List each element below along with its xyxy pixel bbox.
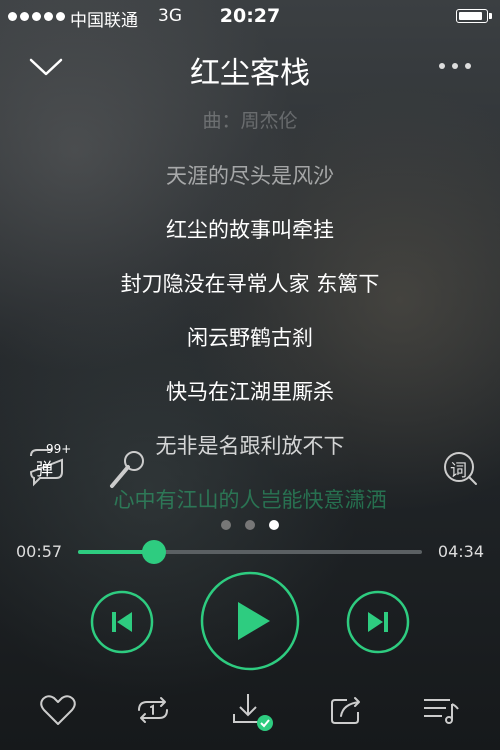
repeat-mode-button[interactable] — [131, 690, 175, 730]
share-button[interactable] — [325, 690, 369, 730]
repeat-one-icon — [138, 697, 168, 723]
bottom-toolbar — [0, 682, 500, 742]
share-icon — [331, 697, 360, 724]
seek-bar[interactable] — [78, 540, 422, 564]
lyric-line: 闲云野鹤古刹 — [187, 326, 313, 350]
more-icon — [439, 63, 471, 69]
lyric-line: 快马在江湖里厮杀 — [166, 380, 334, 404]
current-time: 00:57 — [16, 542, 63, 561]
lyric-settings-button[interactable]: 词 — [440, 448, 480, 488]
lyric-line: 无非是名跟利放不下 — [155, 434, 345, 458]
lyric-line: 封刀隐没在寻常人家 东篱下 — [120, 272, 380, 296]
page-dot[interactable] — [245, 520, 255, 530]
current-lyric-line: 心中有江山的人岂能快意潇洒 — [113, 488, 387, 512]
total-time: 04:34 — [437, 542, 484, 561]
battery-icon — [456, 9, 492, 23]
status-bar: 中国联通 3G 20:27 — [0, 0, 500, 34]
karaoke-button[interactable] — [104, 448, 148, 492]
heart-icon — [40, 695, 76, 725]
play-button[interactable] — [199, 570, 301, 672]
lyrics-panel[interactable]: 曲：周杰伦 天涯的尽头是风沙 红尘的故事叫牵挂 封刀隐没在寻常人家 东篱下 闲云… — [0, 96, 500, 516]
next-icon — [346, 590, 410, 654]
page-dot-active[interactable] — [269, 520, 279, 530]
more-button[interactable] — [436, 56, 474, 76]
playlist-icon — [424, 699, 459, 724]
download-icon — [233, 694, 273, 731]
playback-controls — [0, 570, 500, 680]
danmu-button[interactable]: 99+ 弹 — [26, 442, 72, 490]
next-button[interactable] — [346, 590, 410, 654]
song-title: 红尘客栈 — [190, 56, 310, 91]
lyric-line: 红尘的故事叫牵挂 — [166, 218, 334, 242]
download-button[interactable] — [228, 690, 273, 731]
play-icon — [200, 571, 300, 671]
microphone-icon — [110, 451, 144, 488]
lyric-button-label: 词 — [450, 461, 467, 481]
playlist-button[interactable] — [420, 690, 464, 730]
lyric-line: 曲：周杰伦 — [202, 110, 298, 132]
playback-progress: 00:57 04:34 — [0, 532, 500, 572]
status-time: 20:27 — [219, 5, 281, 27]
player-header: 红尘客栈 — [0, 40, 500, 94]
seek-handle[interactable] — [141, 540, 166, 564]
previous-button[interactable] — [90, 590, 154, 654]
danmu-label: 弹 — [36, 460, 53, 480]
lyric-line: 天涯的尽头是风沙 — [166, 164, 334, 188]
page-dot[interactable] — [221, 520, 231, 530]
danmu-count: 99+ — [46, 442, 72, 456]
previous-icon — [90, 590, 154, 654]
favorite-button[interactable] — [36, 690, 80, 730]
